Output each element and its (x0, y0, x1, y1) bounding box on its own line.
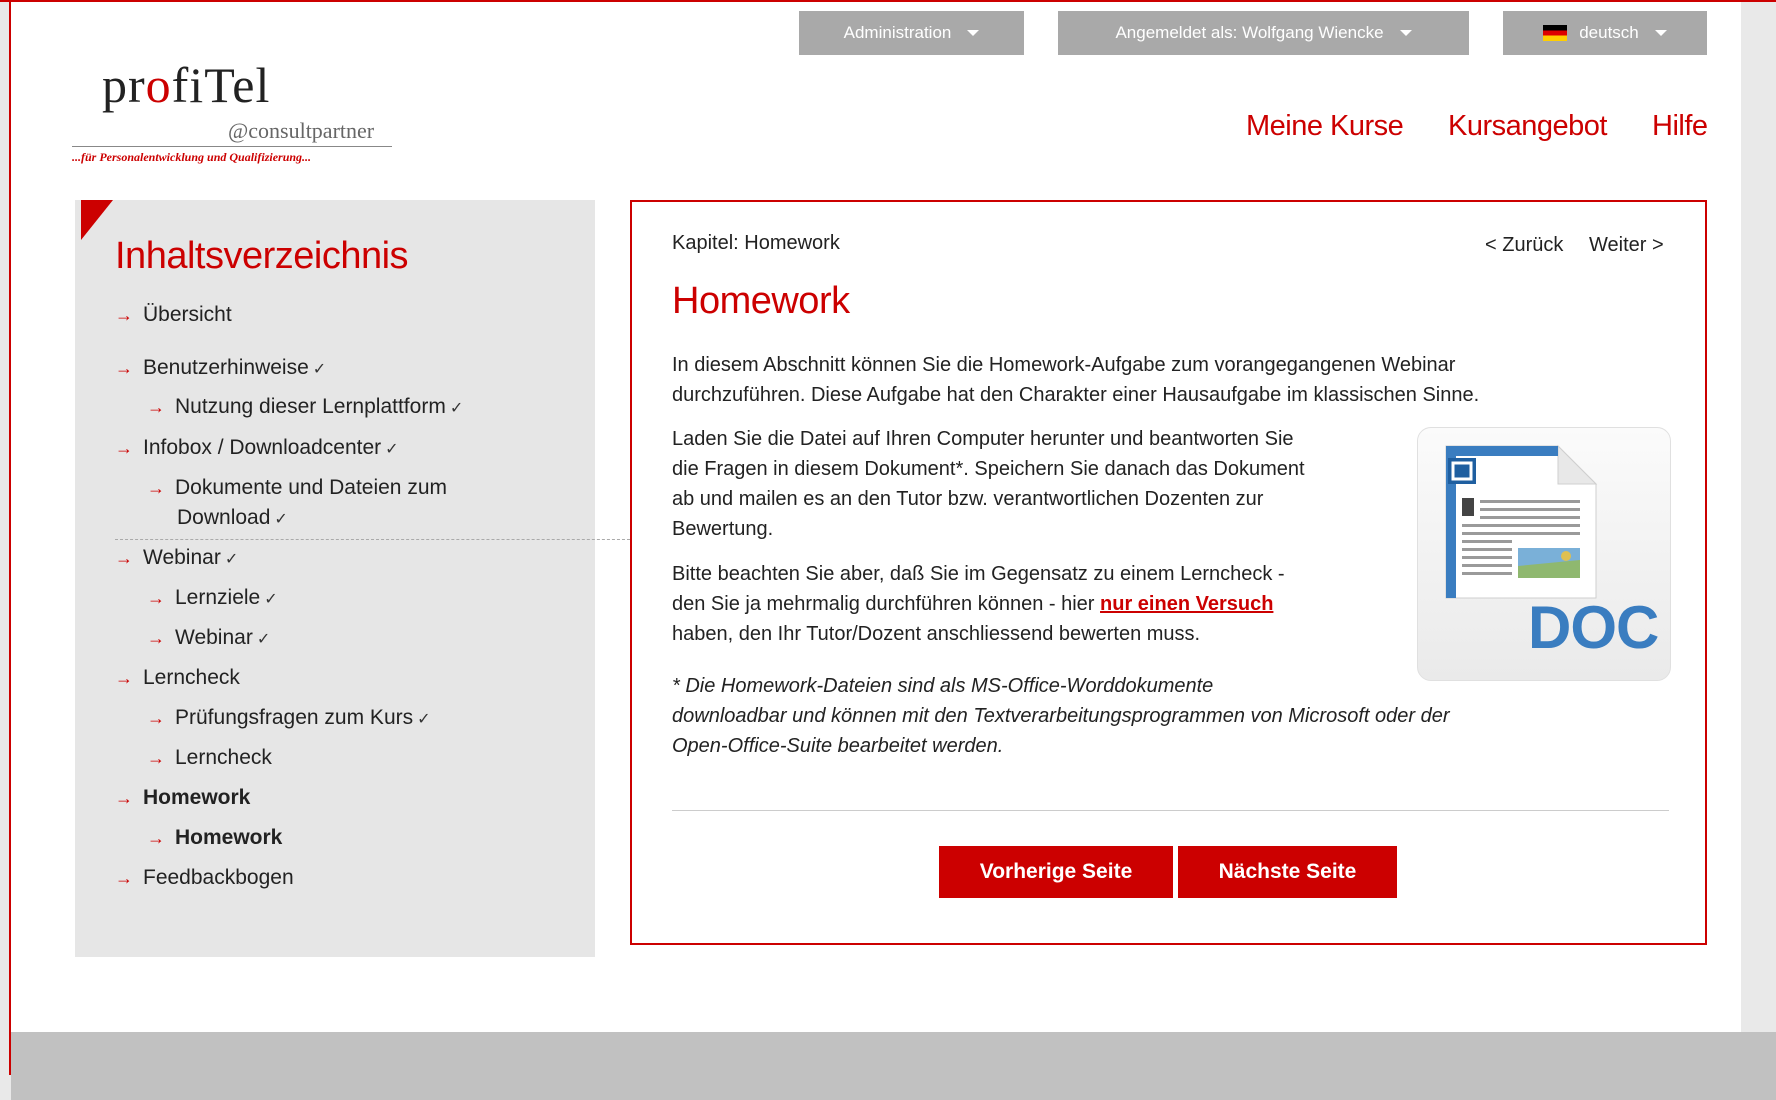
doc-label: DOC (1528, 594, 1659, 661)
previous-page-button[interactable]: Vorherige Seite (939, 846, 1173, 898)
toc-title: Inhaltsverzeichnis (115, 235, 409, 277)
doc-file-icon[interactable]: DOC (1417, 427, 1671, 681)
check-icon: ✓ (224, 551, 239, 568)
arrow-right-icon: → (147, 397, 165, 417)
toc-item-lernziele[interactable]: → Lernziele ✓ (147, 583, 278, 615)
check-icon: ✓ (449, 400, 464, 417)
arrow-right-icon: → (115, 668, 133, 688)
toc-item-lerncheck-sub[interactable]: → Lerncheck (147, 743, 272, 773)
toc-item-infobox-downloadcenter[interactable]: → Infobox / Downloadcenter ✓ (115, 433, 399, 465)
language-label: deutsch (1579, 23, 1639, 42)
logo-divider (72, 146, 392, 147)
nav-kursangebot[interactable]: Kursangebot (1448, 110, 1607, 143)
toc-item-uebersicht[interactable]: → Übersicht (115, 300, 232, 330)
footnote-paragraph: * Die Homework-Dateien sind als MS-Offic… (672, 675, 1450, 757)
back-link[interactable]: < Zurück (1485, 234, 1563, 257)
arrow-right-icon: → (147, 748, 165, 768)
arrow-right-icon: → (115, 548, 133, 568)
administration-menu-button[interactable]: Administration (799, 11, 1024, 55)
logo-subtitle: @consultpartner (228, 118, 375, 143)
toc-item-nutzung-lernplattform[interactable]: → Nutzung dieser Lernplattform ✓ (147, 392, 463, 424)
check-icon: ✓ (312, 361, 327, 378)
language-menu-button[interactable]: deutsch (1503, 11, 1707, 55)
nav-meine-kurse[interactable]: Meine Kurse (1246, 110, 1404, 143)
arrow-right-icon: → (115, 868, 133, 888)
intro-paragraph: In diesem Abschnitt können Sie die Homew… (672, 354, 1480, 406)
toc-item-webinar-sub[interactable]: → Webinar ✓ (147, 623, 270, 655)
page-title: Homework (672, 280, 850, 322)
profitel-logo[interactable]: profiTel @consultpartner ...für Personal… (60, 56, 400, 168)
instructions-paragraph: Laden Sie die Datei auf Ihren Computer h… (672, 428, 1305, 540)
user-label: Angemeldet als: Wolfgang Wiencke (1115, 23, 1384, 42)
nav-hilfe[interactable]: Hilfe (1652, 110, 1708, 143)
check-icon: ✓ (264, 591, 278, 608)
arrow-right-icon: → (147, 828, 165, 848)
toc-item-dokumente-dateien[interactable]: → Dokumente und Dateien zum Download ✓ (147, 473, 447, 535)
arrow-right-icon: → (115, 305, 133, 325)
chevron-down-icon (1654, 30, 1667, 36)
user-menu-button[interactable]: Angemeldet als: Wolfgang Wiencke (1058, 11, 1469, 55)
content-divider (672, 810, 1669, 811)
chapter-label: Kapitel: Homework (672, 232, 840, 254)
chevron-down-icon (967, 30, 980, 36)
check-icon: ✓ (417, 711, 431, 728)
next-page-button[interactable]: Nächste Seite (1178, 846, 1397, 898)
check-icon: ✓ (256, 631, 271, 648)
toc-separator (115, 539, 630, 540)
toc-item-homework-sub[interactable]: → Homework (147, 823, 282, 853)
toc-item-webinar[interactable]: → Webinar ✓ (115, 543, 238, 575)
notice-paragraph: Bitte beachten Sie aber, daß Sie im Gege… (672, 563, 1285, 645)
arrow-right-icon: → (147, 478, 165, 498)
arrow-right-icon: → (115, 788, 133, 808)
arrow-right-icon: → (115, 438, 133, 458)
chevron-down-icon (1399, 30, 1412, 36)
arrow-right-icon: → (115, 358, 133, 378)
toc-item-benutzerhinweise[interactable]: → Benutzerhinweise ✓ (115, 353, 326, 385)
administration-label: Administration (843, 23, 952, 42)
table-of-contents-sidebar: Inhaltsverzeichnis → Übersicht → Benutzerh… (75, 200, 630, 957)
logo-wordmark: profiTel (102, 57, 271, 113)
toc-item-feedbackbogen[interactable]: → Feedbackbogen (115, 863, 294, 893)
toc-item-pruefungsfragen[interactable]: → Prüfungsfragen zum Kurs ✓ (147, 703, 431, 735)
next-link[interactable]: Weiter > (1589, 234, 1664, 257)
content-panel: Kapitel: Homework < Zurück Weiter > Home… (630, 200, 1707, 945)
german-flag-icon (1543, 25, 1568, 41)
corner-triangle-icon (81, 200, 113, 240)
arrow-right-icon: → (147, 628, 165, 648)
logo-tagline: ...für Personalentwicklung und Qualifizi… (72, 150, 312, 164)
check-icon: ✓ (385, 441, 399, 458)
one-attempt-link[interactable]: nur einen Versuch (1100, 593, 1273, 615)
arrow-right-icon: → (147, 588, 165, 608)
toc-item-homework[interactable]: → Homework (115, 783, 250, 813)
toc-item-lerncheck[interactable]: → Lerncheck (115, 663, 240, 693)
footer-bar (11, 1032, 1776, 1100)
check-icon: ✓ (274, 511, 288, 528)
arrow-right-icon: → (147, 708, 165, 728)
